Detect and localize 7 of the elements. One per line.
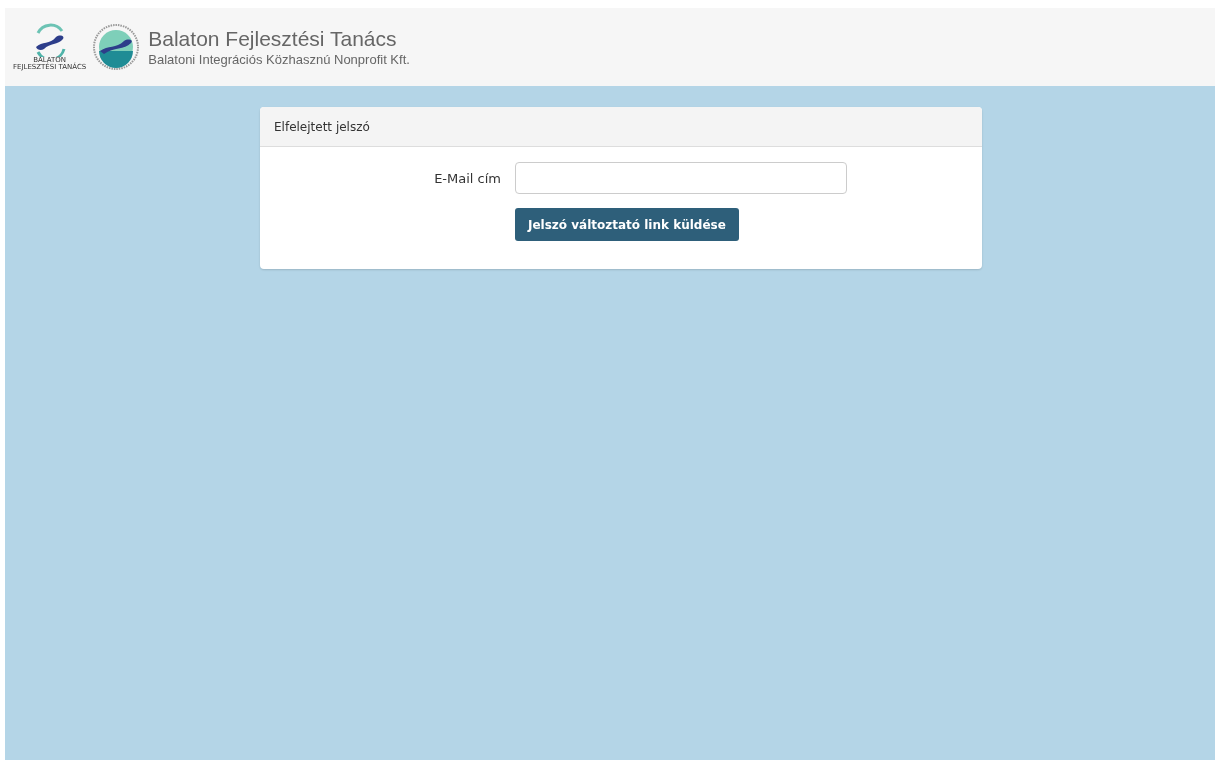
send-button[interactable]: Jelszó változtató link küldése xyxy=(515,208,739,241)
field-label: E-Mail cím xyxy=(433,170,501,186)
logo-icon xyxy=(92,23,141,71)
site-title: Balaton Fejlesztési Tanács xyxy=(148,27,398,52)
site-subtitle: Balatoni Integrációs Közhasznú Nonprofit Kft. xyxy=(148,51,410,67)
email-field[interactable] xyxy=(515,162,847,194)
card-title: Elfelejtett jelszó xyxy=(260,107,982,147)
